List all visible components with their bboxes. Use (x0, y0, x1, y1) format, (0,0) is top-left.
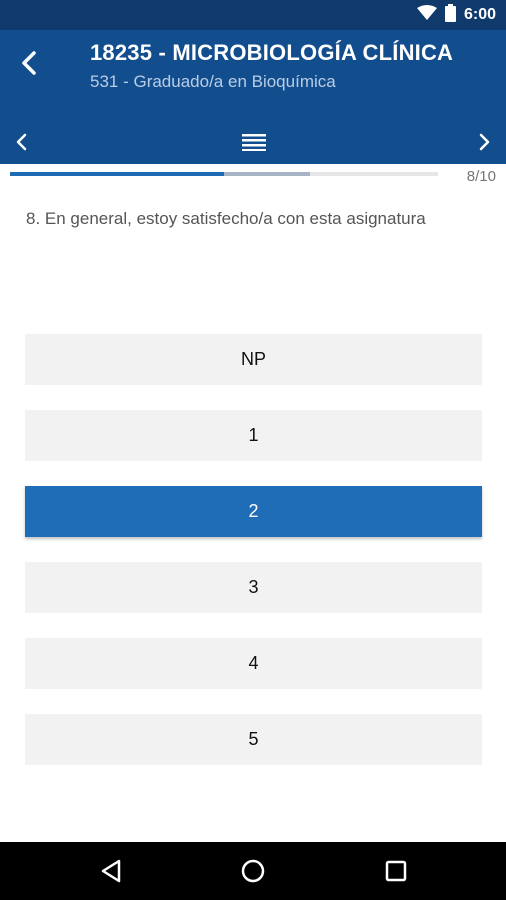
wifi-icon (416, 4, 437, 26)
back-button[interactable] (12, 48, 46, 82)
recents-square-icon (383, 860, 409, 888)
system-recents-button[interactable] (383, 858, 409, 884)
course-title: 18235 - MICROBIOLOGÍA CLÍNICA (90, 40, 454, 65)
status-time: 6:00 (463, 6, 496, 23)
answer-options: NP 1 2 3 4 5 (25, 334, 482, 790)
option-np[interactable]: NP (25, 334, 482, 385)
next-question-button[interactable] (472, 131, 498, 157)
battery-icon (444, 3, 456, 27)
question-navigation (0, 126, 506, 164)
progress-bar (10, 172, 438, 176)
previous-question-button[interactable] (8, 131, 34, 157)
status-bar: 6:00 (0, 0, 506, 30)
app-bar: 18235 - MICROBIOLOGÍA CLÍNICA 531 - Grad… (0, 30, 506, 164)
system-home-button[interactable] (240, 858, 266, 884)
chevron-left-icon (15, 133, 27, 156)
system-navigation-bar (0, 842, 506, 900)
chevron-right-icon (479, 133, 491, 156)
question-text: 8. En general, estoy satisfecho/a con es… (26, 209, 426, 228)
back-arrow-icon (20, 50, 38, 80)
question-list-button[interactable] (240, 131, 268, 157)
back-triangle-icon (98, 859, 124, 888)
course-subtitle: 531 - Graduado/a en Bioquímica (90, 72, 336, 91)
option-5[interactable]: 5 (25, 714, 482, 765)
home-circle-icon (240, 859, 266, 888)
menu-icon (242, 133, 266, 156)
option-1[interactable]: 1 (25, 410, 482, 461)
option-3[interactable]: 3 (25, 562, 482, 613)
progress-counter: 8/10 (466, 168, 496, 185)
option-4[interactable]: 4 (25, 638, 482, 689)
option-2[interactable]: 2 (25, 486, 482, 537)
system-back-button[interactable] (98, 858, 124, 884)
progress-bar-fill (10, 172, 224, 176)
